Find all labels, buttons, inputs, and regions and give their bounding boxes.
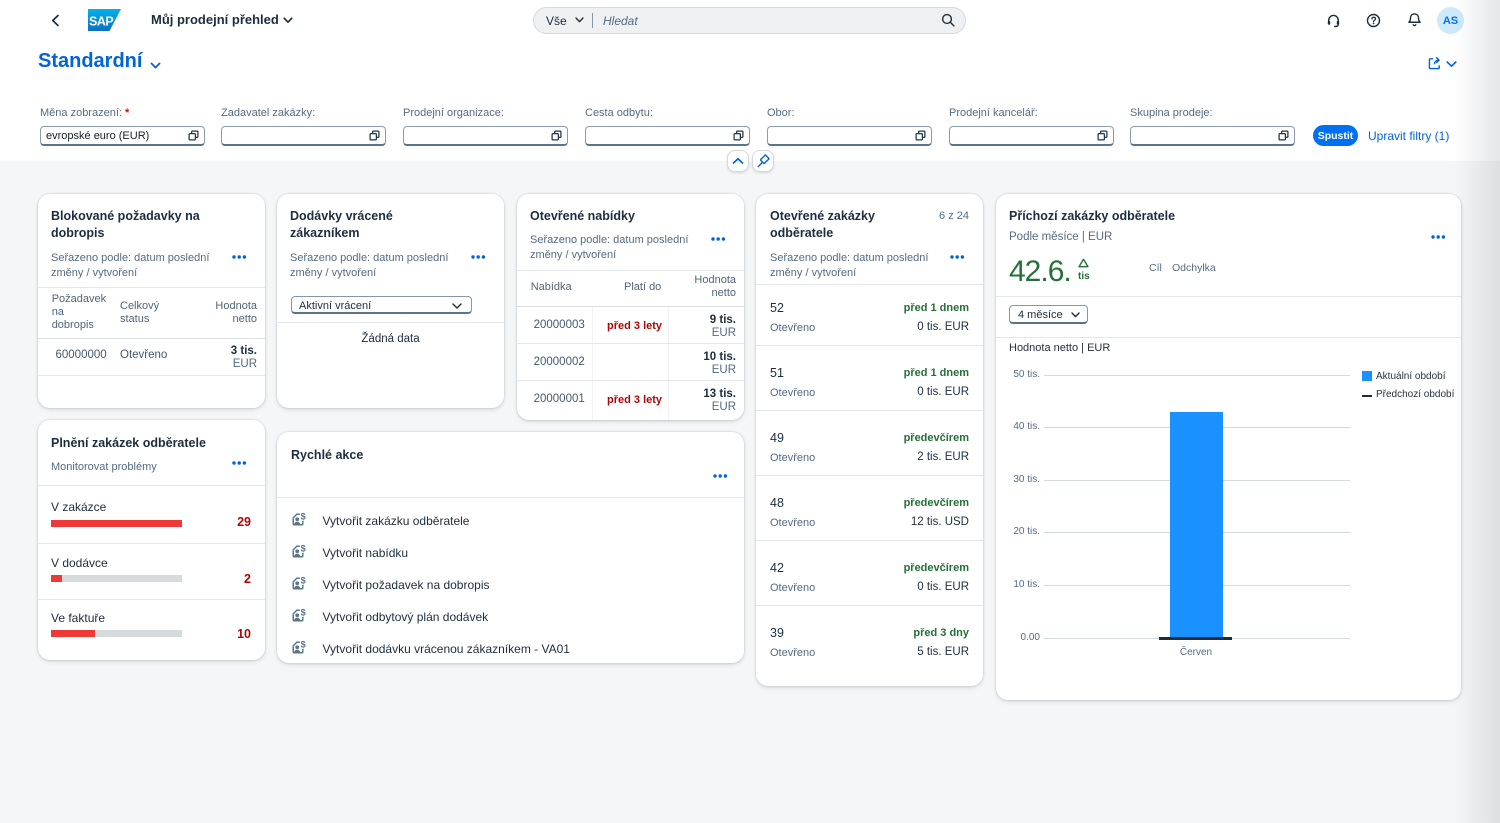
svg-text:SAP: SAP bbox=[89, 15, 113, 29]
